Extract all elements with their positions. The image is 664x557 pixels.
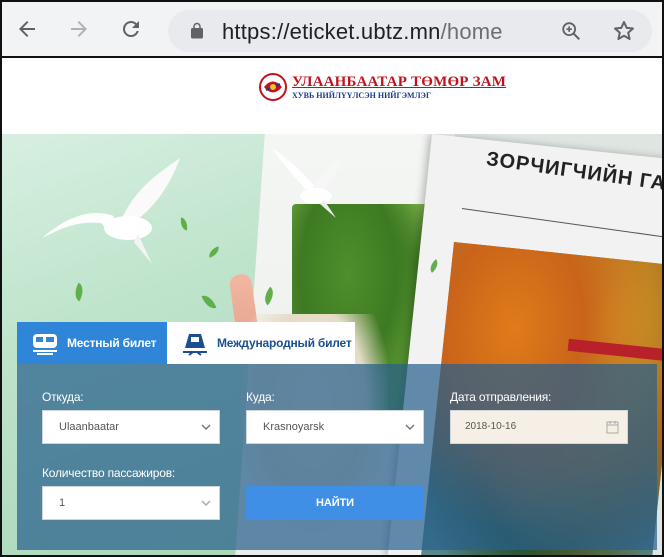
back-button[interactable]	[12, 14, 42, 44]
forward-button[interactable]	[64, 14, 94, 44]
passengers-select[interactable]: 1	[42, 486, 220, 520]
search-button[interactable]: НАЙТИ	[246, 486, 424, 520]
railway-emblem-icon	[259, 73, 287, 101]
tab-international-ticket[interactable]: Международный билет	[167, 322, 355, 364]
browser-toolbar: https://eticket.ubtz.mn/home	[2, 2, 662, 58]
dove-icon	[272, 148, 344, 218]
address-bar[interactable]: https://eticket.ubtz.mn/home	[168, 10, 652, 52]
lock-icon	[191, 22, 203, 39]
train-icon	[183, 334, 207, 356]
train-icon	[33, 334, 57, 355]
departure-date-input[interactable]: 2018-10-16	[450, 410, 628, 444]
to-value: Krasnoyarsk	[263, 421, 325, 433]
dove-icon	[42, 158, 180, 264]
tab-local-ticket[interactable]: Местный билет	[17, 322, 167, 364]
logo-main-text: УЛААНБААТАР ТӨМӨР ЗАМ	[292, 73, 507, 90]
caret-down-icon	[405, 424, 415, 431]
from-label: Откуда:	[42, 390, 84, 404]
from-value: Ulaanbaatar	[59, 421, 119, 433]
site-header: УЛААНБААТАР ТӨМӨР ЗАМ ХУВЬ НИЙЛҮҮЛСЭН НИ…	[2, 60, 662, 134]
star-icon[interactable]	[612, 19, 636, 43]
tab-international-label: Международный билет	[217, 336, 352, 350]
logo-text: УЛААНБААТАР ТӨМӨР ЗАМ ХУВЬ НИЙЛҮҮЛСЭН НИ…	[292, 73, 507, 100]
reload-button[interactable]	[116, 14, 146, 44]
browser-window: https://eticket.ubtz.mn/home УЛААНБААТАР…	[0, 0, 664, 557]
passengers-label: Количество пассажиров:	[42, 466, 176, 480]
to-label: Куда:	[246, 390, 275, 404]
reload-icon	[123, 20, 139, 37]
url-text: https://eticket.ubtz.mn/home	[222, 19, 503, 45]
caret-down-icon	[201, 500, 211, 507]
calendar-icon[interactable]	[606, 420, 619, 434]
site-logo[interactable]: УЛААНБААТАР ТӨМӨР ЗАМ ХУВЬ НИЙЛҮҮЛСЭН НИ…	[258, 72, 506, 102]
tab-local-label: Местный билет	[67, 336, 157, 350]
from-select[interactable]: Ulaanbaatar	[42, 410, 220, 444]
back-arrow-icon	[19, 21, 35, 37]
forward-arrow-icon	[71, 21, 87, 37]
departure-date-label: Дата отправления:	[450, 390, 552, 404]
url-path: /home	[440, 19, 503, 44]
zoom-icon[interactable]	[560, 20, 582, 42]
departure-date-value: 2018-10-16	[465, 421, 517, 432]
to-select[interactable]: Krasnoyarsk	[246, 410, 424, 444]
url-host: https://eticket.ubtz.mn	[222, 19, 441, 44]
caret-down-icon	[201, 424, 211, 431]
logo-sub-text: ХУВЬ НИЙЛҮҮЛСЭН НИЙГЭМЛЭГ	[292, 90, 432, 100]
ticket-search-panel: Откуда: Ulaanbaatar Куда: Krasnoyarsk Да…	[17, 364, 657, 550]
passengers-value: 1	[59, 497, 66, 509]
